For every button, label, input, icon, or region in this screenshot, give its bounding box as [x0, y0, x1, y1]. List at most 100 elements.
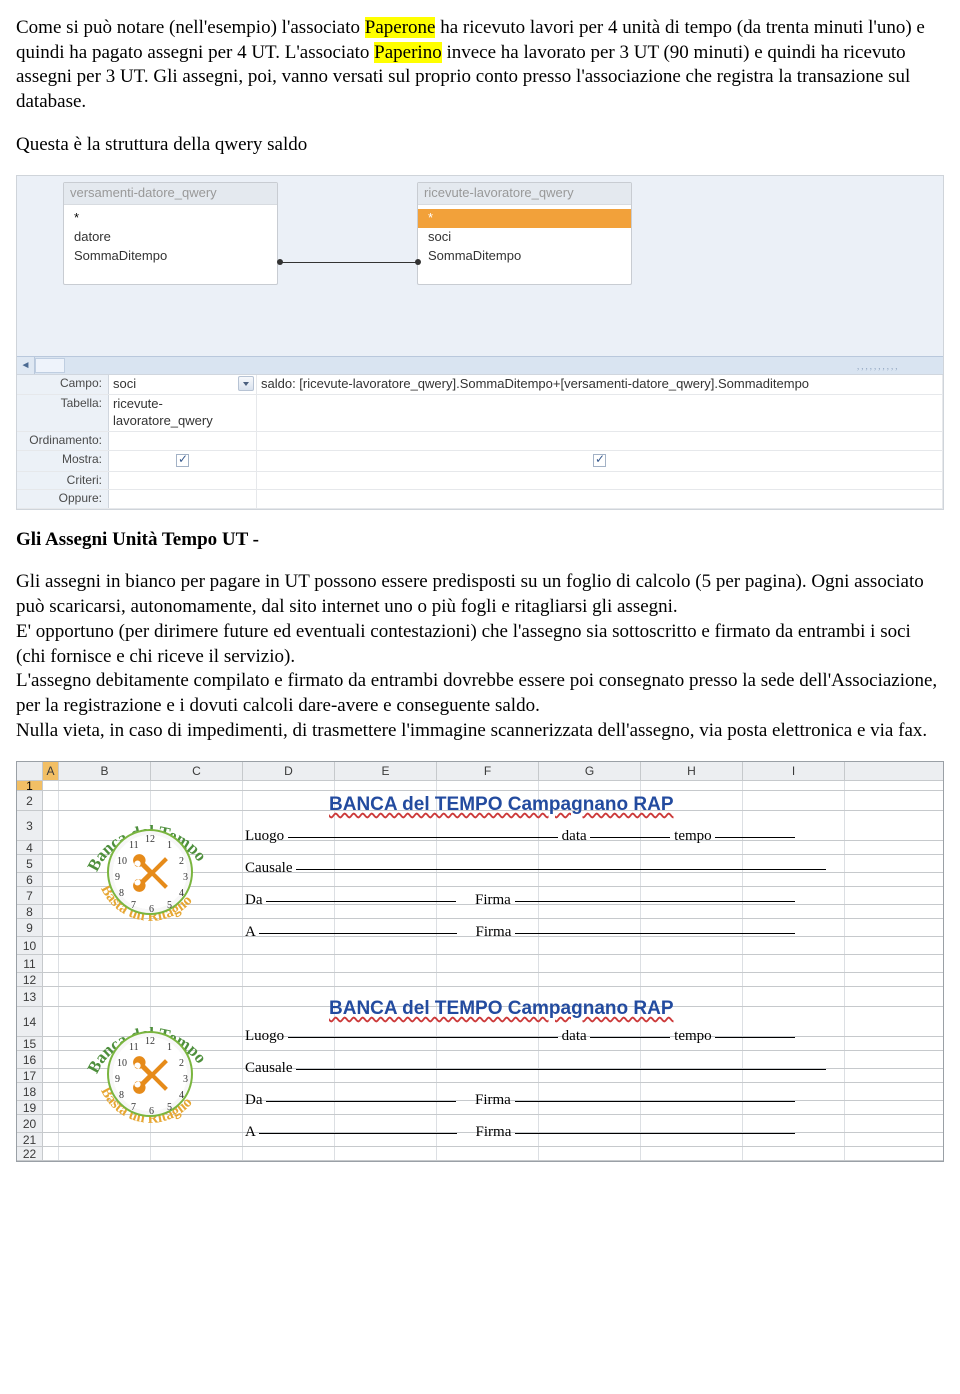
- cell-G7[interactable]: [539, 887, 641, 904]
- cell-A1[interactable]: [43, 781, 59, 790]
- row-header-4[interactable]: 4: [17, 841, 43, 854]
- cell-C3[interactable]: [151, 811, 243, 840]
- cell-B22[interactable]: [59, 1147, 151, 1160]
- cell-F21[interactable]: [437, 1133, 539, 1146]
- cell-H3[interactable]: [641, 811, 743, 840]
- cell-E19[interactable]: [335, 1101, 437, 1114]
- cell-I15[interactable]: [743, 1037, 845, 1050]
- cell-B16[interactable]: [59, 1051, 151, 1068]
- row-header-8[interactable]: 8: [17, 905, 43, 918]
- cell-B3[interactable]: [59, 811, 151, 840]
- cell-A9[interactable]: [43, 919, 59, 936]
- cell-C17[interactable]: [151, 1069, 243, 1082]
- checkbox-checked-icon[interactable]: [593, 454, 606, 467]
- cell-H6[interactable]: [641, 873, 743, 886]
- cell-G8[interactable]: [539, 905, 641, 918]
- cell-I13[interactable]: [743, 987, 845, 1006]
- grid-cell-criteri-2[interactable]: [257, 472, 943, 490]
- cell-E17[interactable]: [335, 1069, 437, 1082]
- row-header-12[interactable]: 12: [17, 973, 43, 986]
- cell-B9[interactable]: [59, 919, 151, 936]
- cell-I8[interactable]: [743, 905, 845, 918]
- cell-F14[interactable]: [437, 1007, 539, 1036]
- cell-E20[interactable]: [335, 1115, 437, 1132]
- cell-E21[interactable]: [335, 1133, 437, 1146]
- cell-H21[interactable]: [641, 1133, 743, 1146]
- cell-C8[interactable]: [151, 905, 243, 918]
- cell-E7[interactable]: [335, 887, 437, 904]
- cell-D12[interactable]: [243, 973, 335, 986]
- cell-D13[interactable]: [243, 987, 335, 1006]
- cell-C18[interactable]: [151, 1083, 243, 1100]
- cell-G10[interactable]: [539, 937, 641, 954]
- checkbox-checked-icon[interactable]: [176, 454, 189, 467]
- cell-D5[interactable]: [243, 855, 335, 872]
- cell-C14[interactable]: [151, 1007, 243, 1036]
- grid-cell-campo-2[interactable]: saldo: [ricevute-lavoratore_qwery].Somma…: [257, 375, 943, 394]
- field-star-2-selected[interactable]: *: [418, 209, 631, 228]
- cell-C22[interactable]: [151, 1147, 243, 1160]
- row-header-7[interactable]: 7: [17, 887, 43, 904]
- cell-F3[interactable]: [437, 811, 539, 840]
- cell-G12[interactable]: [539, 973, 641, 986]
- cell-B15[interactable]: [59, 1037, 151, 1050]
- cell-D20[interactable]: [243, 1115, 335, 1132]
- cell-C19[interactable]: [151, 1101, 243, 1114]
- cell-D10[interactable]: [243, 937, 335, 954]
- cell-F11[interactable]: [437, 955, 539, 972]
- cell-G15[interactable]: [539, 1037, 641, 1050]
- relationship-line[interactable]: [279, 262, 419, 263]
- cell-B11[interactable]: [59, 955, 151, 972]
- column-header-E[interactable]: E: [335, 762, 437, 780]
- column-header-B[interactable]: B: [59, 762, 151, 780]
- cell-I3[interactable]: [743, 811, 845, 840]
- row-header-3[interactable]: 3: [17, 811, 43, 840]
- cell-I14[interactable]: [743, 1007, 845, 1036]
- row-header-6[interactable]: 6: [17, 873, 43, 886]
- cell-E15[interactable]: [335, 1037, 437, 1050]
- cell-E16[interactable]: [335, 1051, 437, 1068]
- cell-H8[interactable]: [641, 905, 743, 918]
- cell-E8[interactable]: [335, 905, 437, 918]
- horizontal-scrollbar[interactable]: ◄ ,,,,,,,,,,: [17, 356, 943, 374]
- cell-A11[interactable]: [43, 955, 59, 972]
- cell-I16[interactable]: [743, 1051, 845, 1068]
- cell-I18[interactable]: [743, 1083, 845, 1100]
- cell-H12[interactable]: [641, 973, 743, 986]
- cell-A12[interactable]: [43, 973, 59, 986]
- cell-F5[interactable]: [437, 855, 539, 872]
- cell-B5[interactable]: [59, 855, 151, 872]
- cell-C10[interactable]: [151, 937, 243, 954]
- cell-G3[interactable]: [539, 811, 641, 840]
- cell-A18[interactable]: [43, 1083, 59, 1100]
- grid-cell-campo-1[interactable]: soci: [109, 375, 257, 394]
- cell-F16[interactable]: [437, 1051, 539, 1068]
- cell-D9[interactable]: [243, 919, 335, 936]
- cell-G14[interactable]: [539, 1007, 641, 1036]
- cell-G16[interactable]: [539, 1051, 641, 1068]
- cell-C5[interactable]: [151, 855, 243, 872]
- cell-A19[interactable]: [43, 1101, 59, 1114]
- cell-B14[interactable]: [59, 1007, 151, 1036]
- row-header-20[interactable]: 20: [17, 1115, 43, 1132]
- cell-I5[interactable]: [743, 855, 845, 872]
- cell-B1[interactable]: [59, 781, 151, 790]
- cell-C11[interactable]: [151, 955, 243, 972]
- cell-F18[interactable]: [437, 1083, 539, 1100]
- cell-B18[interactable]: [59, 1083, 151, 1100]
- cell-E18[interactable]: [335, 1083, 437, 1100]
- grid-cell-criteri-1[interactable]: [109, 472, 257, 490]
- field-datore[interactable]: datore: [64, 228, 277, 247]
- cell-D14[interactable]: [243, 1007, 335, 1036]
- cell-H2[interactable]: [641, 791, 743, 810]
- cell-H11[interactable]: [641, 955, 743, 972]
- cell-B6[interactable]: [59, 873, 151, 886]
- cell-G20[interactable]: [539, 1115, 641, 1132]
- cell-A8[interactable]: [43, 905, 59, 918]
- cell-B19[interactable]: [59, 1101, 151, 1114]
- cell-C1[interactable]: [151, 781, 243, 790]
- cell-D16[interactable]: [243, 1051, 335, 1068]
- cell-H5[interactable]: [641, 855, 743, 872]
- column-header-G[interactable]: G: [539, 762, 641, 780]
- cell-G19[interactable]: [539, 1101, 641, 1114]
